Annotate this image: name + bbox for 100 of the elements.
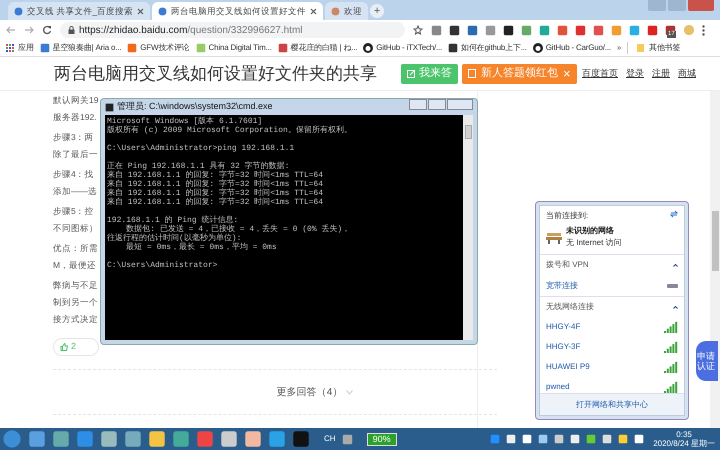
taskbar-app-icon[interactable] <box>28 430 46 448</box>
bookmark[interactable]: 应用 <box>6 42 34 54</box>
answer-text: 弊病与不足 <box>53 280 98 291</box>
window-controls[interactable] <box>409 99 473 110</box>
header-link[interactable]: 注册 <box>652 66 670 80</box>
answer-text: 步骤3：两 <box>53 132 94 143</box>
header-link[interactable]: 商城 <box>678 66 696 80</box>
answer-text: 步骤4：找 <box>53 169 94 180</box>
wifi-network[interactable]: HHGY-4F <box>546 321 678 333</box>
section-header: 拨号和 VPN <box>546 259 589 271</box>
console-line: 来自 192.168.1.1 的回复: 字节=32 时间<1ms TTL=64 <box>107 171 324 180</box>
address-bar[interactable]: https://zhidao.baidu.com/question/332996627.html <box>60 22 405 38</box>
bench-icon <box>546 230 562 244</box>
tray-icon[interactable] <box>538 434 548 444</box>
new-tab-button[interactable]: + <box>370 4 384 18</box>
page-title: 两台电脑用交叉线如何设置好文件夹的共享 <box>54 62 377 85</box>
keyboard-icon[interactable] <box>342 434 353 444</box>
console-line: 数据包: 已发送 = 4，已接收 = 4，丢失 = 0 (0% 丢失)， <box>126 225 352 234</box>
answer-text: 服务器192. <box>53 112 97 123</box>
wifi-network[interactable]: HUAWEI P9 <box>546 361 678 373</box>
taskbar-app-icon[interactable] <box>124 430 142 448</box>
collapse-icon[interactable] <box>673 264 678 266</box>
refresh-icon[interactable] <box>670 210 678 218</box>
taskbar-app-icon[interactable] <box>100 430 118 448</box>
promo-text: 新人答题领红包 <box>481 66 558 82</box>
tray-icon[interactable] <box>570 434 580 444</box>
scrollbar[interactable] <box>463 115 473 340</box>
tray-icon[interactable] <box>506 434 516 444</box>
answer-text: 制到另一个 <box>53 297 98 308</box>
answer-text: M，最便还 <box>53 260 96 271</box>
forward-icon[interactable] <box>24 25 34 35</box>
favicon-icon[interactable] <box>448 43 458 53</box>
close-icon[interactable] <box>310 8 318 14</box>
taskbar-app-icon[interactable] <box>172 430 190 448</box>
thumb-up-icon <box>60 343 68 351</box>
network-status: 无 Internet 访问 <box>566 237 622 249</box>
menu-icon[interactable] <box>702 24 705 36</box>
wifi-network[interactable]: HHGY-3F <box>546 341 678 353</box>
console-line: 来自 192.168.1.1 的回复: 字节=32 时间<1ms TTL=64 <box>107 198 324 207</box>
taskbar-app-icon[interactable] <box>52 430 70 448</box>
collapse-icon[interactable] <box>673 306 678 308</box>
answer-text: 默认网关19 <box>53 95 98 106</box>
terminal-icon[interactable] <box>105 102 114 112</box>
bookmark[interactable]: 如何在github上下... <box>448 42 527 54</box>
tray-icon[interactable] <box>586 434 596 444</box>
bookmark[interactable]: GitHub - CarGuo/... <box>532 42 611 54</box>
tray-icon[interactable] <box>634 434 644 444</box>
current-connection-label: 当前连接到: <box>546 210 588 222</box>
bookmark[interactable]: GitHub - iTXTech/... <box>363 42 442 54</box>
language-indicator[interactable]: CH <box>324 433 336 445</box>
taskbar-app-icon[interactable] <box>76 430 94 448</box>
reload-icon[interactable] <box>42 25 52 35</box>
header-link[interactable]: 登录 <box>626 66 644 80</box>
close-icon[interactable] <box>137 8 144 14</box>
vpn-connection[interactable]: 宽带连接 <box>546 280 678 292</box>
back-icon[interactable] <box>6 25 16 35</box>
browser-tab[interactable]: 交叉线 共享文件_百度搜索 <box>8 2 150 20</box>
star-icon[interactable] <box>413 25 423 35</box>
taskbar-app-icon[interactable] <box>268 430 286 448</box>
answer-text: 接方式决定 <box>53 314 98 325</box>
console-line: 最短 = 0ms，最长 = 0ms，平均 = 0ms <box>125 243 278 252</box>
answer-text: 添加——选 <box>53 186 97 197</box>
console-line: C:\Users\Administrator>ping 192.168.1.1 <box>107 144 296 153</box>
url-text: https://zhidao.baidu.com/question/332996627.html <box>79 24 302 38</box>
other-bookmarks[interactable]: 其他书签 <box>627 42 680 54</box>
tray-icon[interactable] <box>618 434 628 444</box>
tray-icon[interactable] <box>554 434 564 444</box>
lock-icon <box>68 26 75 34</box>
bookmark[interactable]: GFW技术评论 <box>127 42 190 54</box>
clock[interactable]: 0:35 2020/8/24 星期一 <box>650 430 718 448</box>
bookmark[interactable]: 星空狼奏曲| Aria o... <box>40 42 122 54</box>
signal-icon <box>664 341 678 353</box>
taskbar-app-icon[interactable] <box>148 430 166 448</box>
header-link[interactable]: 百度首页 <box>582 66 618 80</box>
extension-icon[interactable] <box>449 24 460 36</box>
browser-tab[interactable]: 欢迎 <box>325 2 368 20</box>
network-name: 未识别的网络 <box>566 225 615 237</box>
browser-tab[interactable]: 两台电脑用交叉线如何设置好文件 <box>152 2 324 20</box>
taskbar-app-icon[interactable] <box>292 430 310 448</box>
chevron-down-icon <box>346 390 354 395</box>
window-title: 管理员: C:\windows\system32\cmd.exe <box>117 100 273 114</box>
bookmark[interactable]: China Digital Tim... <box>196 42 272 54</box>
console-line: 往返行程的估计时间(以毫秒为单位): <box>107 234 242 243</box>
taskbar-app-icon[interactable] <box>220 430 238 448</box>
certify-badge[interactable]: 申请认证 <box>696 341 718 381</box>
wifi-network[interactable]: pwned <box>546 381 678 393</box>
start-button[interactable] <box>2 429 22 449</box>
more-answers-button[interactable]: 更多回答（4） <box>276 385 354 400</box>
window-controls[interactable] <box>648 0 714 11</box>
bookmark[interactable]: 樱花庄的白猫 | ね... <box>278 42 358 54</box>
taskbar-app-icon[interactable] <box>244 430 262 448</box>
tray-icon[interactable] <box>522 434 532 444</box>
console-line: 192.168.1.1 的 Ping 统计信息: <box>107 216 240 225</box>
tray-icon[interactable] <box>602 434 612 444</box>
answer-text: 不同图标） <box>53 223 98 234</box>
answer-text: 除了最后一 <box>53 149 98 160</box>
extension-icon[interactable] <box>503 24 514 36</box>
more-bookmarks[interactable]: » <box>616 42 622 54</box>
console-line: Microsoft Windows [版本 6.1.7601] <box>107 117 264 126</box>
signal-icon <box>664 361 678 373</box>
